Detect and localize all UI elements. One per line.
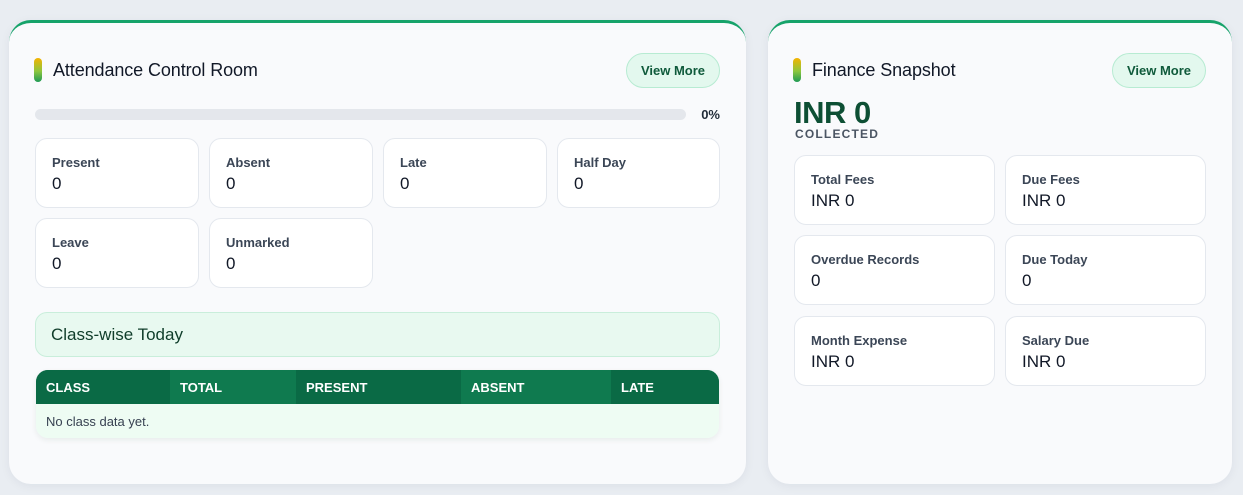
- stat-value: 0: [400, 174, 410, 193]
- column-header-class: CLASS: [36, 370, 170, 404]
- stat-value: 0: [52, 174, 62, 193]
- stat-total-fees: Total Fees INR 0: [794, 155, 995, 225]
- stat-half-day: Half Day 0: [557, 138, 720, 208]
- stat-value: INR 0: [1022, 352, 1066, 371]
- finance-title-wrap: Finance Snapshot: [793, 58, 956, 82]
- stat-label: Present: [52, 155, 100, 170]
- stat-value: 0: [226, 254, 236, 273]
- column-header-total: TOTAL: [170, 370, 296, 404]
- classwise-section-header: Class-wise Today: [35, 312, 720, 357]
- stat-value: INR 0: [1022, 191, 1066, 210]
- stat-value: 0: [574, 174, 584, 193]
- attendance-progress: 0%: [35, 106, 720, 122]
- stat-late: Late 0: [383, 138, 547, 208]
- stat-label: Leave: [52, 235, 89, 250]
- stat-unmarked: Unmarked 0: [209, 218, 373, 288]
- finance-header: Finance Snapshot View More: [793, 51, 1206, 89]
- stat-label: Absent: [226, 155, 271, 170]
- classwise-table: CLASS TOTAL PRESENT ABSENT LATE No class…: [36, 370, 719, 438]
- collected-amount: INR 0: [794, 95, 871, 130]
- progress-label: 0%: [701, 106, 720, 122]
- progress-track: [35, 108, 686, 120]
- stat-due-fees: Due Fees INR 0: [1005, 155, 1206, 225]
- column-header-absent: ABSENT: [461, 370, 611, 404]
- stat-label: Overdue Records: [811, 252, 920, 267]
- accent-bar-icon: [34, 58, 42, 82]
- stat-label: Due Today: [1022, 252, 1088, 267]
- stat-value: 0: [226, 174, 236, 193]
- stat-label: Month Expense: [811, 333, 908, 348]
- stat-present: Present 0: [35, 138, 199, 208]
- stat-label: Late: [400, 155, 427, 170]
- stat-label: Due Fees: [1022, 172, 1080, 187]
- stat-label: Total Fees: [811, 172, 875, 187]
- table-header-row: CLASS TOTAL PRESENT ABSENT LATE: [36, 370, 719, 404]
- stat-overdue-records: Overdue Records 0: [794, 235, 995, 305]
- attendance-view-more-button[interactable]: View More: [625, 52, 720, 88]
- finance-view-more-button[interactable]: View More: [1111, 52, 1206, 88]
- column-header-present: PRESENT: [296, 370, 461, 404]
- stat-due-today: Due Today 0: [1005, 235, 1206, 305]
- stat-value: 0: [1022, 271, 1032, 290]
- stat-absent: Absent 0: [209, 138, 373, 208]
- stat-salary-due: Salary Due INR 0: [1005, 316, 1206, 386]
- table-empty-row: No class data yet.: [36, 404, 719, 438]
- attendance-card: Attendance Control Room View More 0% Pre…: [9, 20, 746, 484]
- stat-label: Half Day: [574, 155, 627, 170]
- stat-label: Unmarked: [226, 235, 290, 250]
- stat-value: 0: [52, 254, 62, 273]
- finance-card: Finance Snapshot View More INR 0 COLLECT…: [768, 20, 1232, 484]
- column-header-late: LATE: [611, 370, 719, 404]
- stat-value: INR 0: [811, 191, 855, 210]
- stat-value: INR 0: [811, 352, 855, 371]
- finance-title: Finance Snapshot: [812, 59, 956, 80]
- classwise-title: Class-wise Today: [51, 324, 183, 344]
- accent-bar-icon: [793, 58, 801, 82]
- collected-label: COLLECTED: [795, 127, 880, 141]
- stat-month-expense: Month Expense INR 0: [794, 316, 995, 386]
- stat-value: 0: [811, 271, 821, 290]
- stat-label: Salary Due: [1022, 333, 1090, 348]
- attendance-header: Attendance Control Room View More: [34, 51, 720, 89]
- attendance-title-wrap: Attendance Control Room: [34, 58, 258, 82]
- attendance-title: Attendance Control Room: [53, 59, 258, 80]
- stat-leave: Leave 0: [35, 218, 199, 288]
